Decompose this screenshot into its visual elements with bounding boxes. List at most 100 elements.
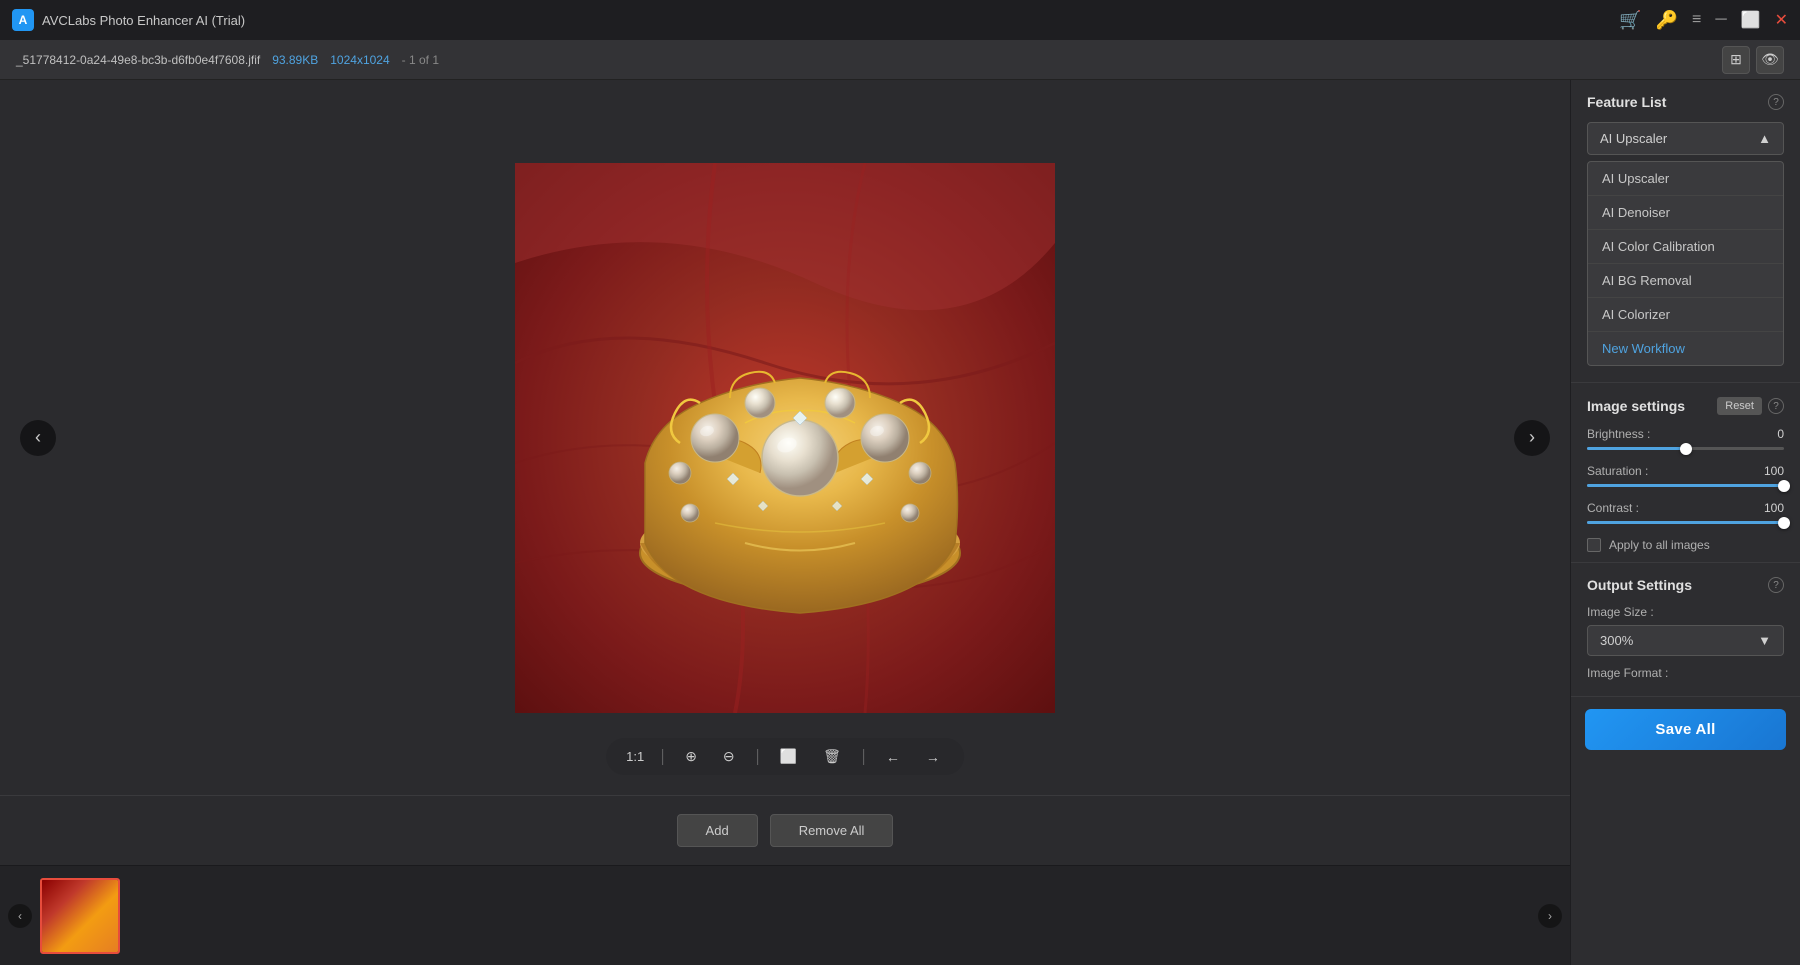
- bottom-bar: Add Remove All: [0, 795, 1570, 865]
- center-panel: ‹: [0, 80, 1570, 965]
- close-button[interactable]: ✕: [1775, 10, 1788, 30]
- zoom-out-button[interactable]: ⊖: [719, 746, 739, 767]
- menu-icon[interactable]: ≡: [1692, 11, 1701, 29]
- image-size-dropdown[interactable]: 300% ▼: [1587, 625, 1784, 656]
- save-all-button[interactable]: Save All: [1585, 709, 1786, 750]
- app-icon: A: [12, 9, 34, 31]
- ctrl-divider-2: [757, 749, 758, 765]
- output-settings-header: Output Settings ?: [1587, 577, 1784, 593]
- image-size-label: Image Size :: [1587, 605, 1654, 619]
- new-workflow-item[interactable]: New Workflow: [1588, 332, 1783, 365]
- minimize-button[interactable]: ─: [1715, 11, 1726, 29]
- filesize: 93.89KB: [272, 53, 318, 67]
- view-icons: ⊞ 👁: [1722, 46, 1784, 74]
- main-area: ‹: [0, 80, 1800, 965]
- ctrl-divider-3: [863, 749, 864, 765]
- brightness-control: Brightness : 0: [1587, 427, 1784, 450]
- main-image-container: b: [515, 163, 1055, 713]
- strip-nav-left[interactable]: ‹: [8, 904, 32, 928]
- remove-all-button[interactable]: Remove All: [770, 814, 894, 847]
- feature-item-ai-upscaler[interactable]: AI Upscaler: [1588, 162, 1783, 196]
- feature-dropdown[interactable]: AI Upscaler ▲: [1587, 122, 1784, 155]
- output-settings-section: Output Settings ? Image Size : 300% ▼ Im…: [1571, 563, 1800, 697]
- feature-item-ai-denoiser[interactable]: AI Denoiser: [1588, 196, 1783, 230]
- preview-button[interactable]: 👁: [1756, 46, 1784, 74]
- brightness-row: Brightness : 0: [1587, 427, 1784, 441]
- strip-nav-right[interactable]: ›: [1538, 904, 1562, 928]
- add-button[interactable]: Add: [677, 814, 758, 847]
- saturation-row: Saturation : 100: [1587, 464, 1784, 478]
- image-settings-title: Image settings: [1587, 398, 1685, 414]
- title-actions: 🛒 🔑 ≡ ─ ⬜ ✕: [1619, 10, 1788, 31]
- crop-view-button[interactable]: ⊞: [1722, 46, 1750, 74]
- next-button[interactable]: →: [922, 747, 944, 767]
- fit-to-screen-button[interactable]: ⬜: [776, 746, 801, 767]
- contrast-value: 100: [1754, 501, 1784, 515]
- sidebar: Feature List ? AI Upscaler ▲ AI Upscaler…: [1570, 80, 1800, 965]
- image-format-row: Image Format :: [1587, 666, 1784, 680]
- contrast-thumb[interactable]: [1778, 517, 1790, 529]
- feature-list-help[interactable]: ?: [1768, 94, 1784, 110]
- contrast-label: Contrast :: [1587, 501, 1639, 515]
- feature-list-header: Feature List ?: [1587, 94, 1784, 110]
- image-settings-help[interactable]: ?: [1768, 398, 1784, 414]
- image-format-label: Image Format :: [1587, 666, 1668, 680]
- image-viewer: ‹: [0, 80, 1570, 795]
- thumbnail-strip: ‹ ›: [0, 865, 1570, 965]
- feature-list-section: Feature List ? AI Upscaler ▲ AI Upscaler…: [1571, 80, 1800, 383]
- zoom-label[interactable]: 1:1: [626, 749, 644, 764]
- title-bar: A AVCLabs Photo Enhancer AI (Trial) 🛒 🔑 …: [0, 0, 1800, 40]
- brightness-value: 0: [1754, 427, 1784, 441]
- maximize-button[interactable]: ⬜: [1741, 10, 1761, 30]
- image-controls-bar: 1:1 ⊕ ⊖ ⬜ 🗑 ← →: [606, 738, 964, 775]
- contrast-control: Contrast : 100: [1587, 501, 1784, 524]
- contrast-fill: [1587, 521, 1784, 524]
- apply-to-all-label: Apply to all images: [1609, 538, 1710, 552]
- apply-to-all-row: Apply to all images: [1587, 538, 1784, 552]
- prev-button[interactable]: ←: [882, 747, 904, 767]
- output-settings-help[interactable]: ?: [1768, 577, 1784, 593]
- prev-image-button[interactable]: ‹: [20, 420, 56, 456]
- feature-item-ai-color-calibration[interactable]: AI Color Calibration: [1588, 230, 1783, 264]
- saturation-thumb[interactable]: [1778, 480, 1790, 492]
- app-title: AVCLabs Photo Enhancer AI (Trial): [42, 13, 1611, 28]
- apply-to-all-checkbox[interactable]: [1587, 538, 1601, 552]
- feature-list-title: Feature List: [1587, 94, 1666, 110]
- saturation-label: Saturation :: [1587, 464, 1648, 478]
- key-icon[interactable]: 🔑: [1656, 10, 1678, 31]
- image-size-row: Image Size :: [1587, 605, 1784, 619]
- brightness-slider[interactable]: [1587, 447, 1784, 450]
- filename: _51778412-0a24-49e8-bc3b-d6fb0e4f7608.jf…: [16, 53, 260, 67]
- saturation-value: 100: [1754, 464, 1784, 478]
- zoom-in-button[interactable]: ⊕: [681, 746, 701, 767]
- feature-item-ai-bg-removal[interactable]: AI BG Removal: [1588, 264, 1783, 298]
- feature-selected-label: AI Upscaler: [1600, 131, 1667, 146]
- saturation-slider[interactable]: [1587, 484, 1784, 487]
- saturation-fill: [1587, 484, 1784, 487]
- contrast-slider[interactable]: [1587, 521, 1784, 524]
- saturation-control: Saturation : 100: [1587, 464, 1784, 487]
- thumbnail-image: [42, 880, 118, 952]
- thumbnail-item[interactable]: [40, 878, 120, 954]
- image-settings-section: Image settings Reset ? Brightness : 0: [1571, 383, 1800, 563]
- contrast-row: Contrast : 100: [1587, 501, 1784, 515]
- brightness-fill: [1587, 447, 1686, 450]
- main-image: b: [515, 163, 1055, 713]
- dimensions: 1024x1024: [330, 53, 389, 67]
- brightness-label: Brightness :: [1587, 427, 1650, 441]
- image-size-value: 300%: [1600, 633, 1633, 648]
- file-bar: _51778412-0a24-49e8-bc3b-d6fb0e4f7608.jf…: [0, 40, 1800, 80]
- ctrl-divider-1: [662, 749, 663, 765]
- next-image-button[interactable]: ›: [1514, 420, 1550, 456]
- feature-item-ai-colorizer[interactable]: AI Colorizer: [1588, 298, 1783, 332]
- delete-button[interactable]: 🗑: [819, 746, 845, 767]
- image-count: - 1 of 1: [402, 53, 439, 67]
- brightness-thumb[interactable]: [1680, 443, 1692, 455]
- image-size-chevron-icon: ▼: [1758, 633, 1771, 648]
- dropdown-chevron-icon: ▲: [1758, 131, 1771, 146]
- cart-icon[interactable]: 🛒: [1619, 10, 1641, 31]
- image-settings-header: Image settings Reset ?: [1587, 397, 1784, 415]
- reset-button[interactable]: Reset: [1717, 397, 1762, 415]
- save-all-section: Save All: [1571, 697, 1800, 762]
- feature-list-items: AI Upscaler AI Denoiser AI Color Calibra…: [1587, 161, 1784, 366]
